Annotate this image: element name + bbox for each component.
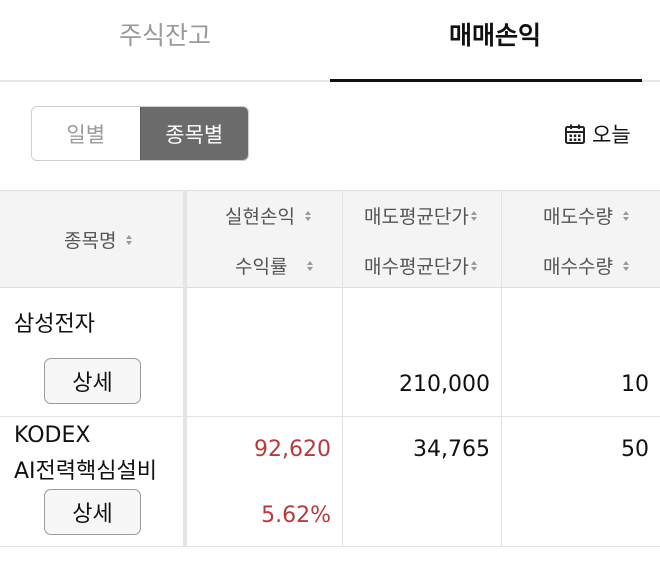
column-divider (183, 190, 187, 547)
header-buy-avg-price-label: 매수평균단가 (364, 256, 469, 278)
date-selector-label: 오늘 (592, 123, 631, 147)
sort-icon (126, 234, 133, 245)
header-stock-name[interactable]: 종목명 (64, 226, 133, 253)
stock-name-line1: KODEX (14, 423, 91, 448)
stock-name: 삼성전자 (14, 312, 95, 337)
header-sell-qty[interactable]: 매도수량 (543, 202, 629, 229)
column-divider (501, 190, 502, 547)
header-buy-qty-label: 매수수량 (543, 256, 613, 278)
header-stock-name-label: 종목명 (64, 230, 117, 252)
return-rate: 5.62% (261, 503, 331, 528)
sort-icon (470, 210, 477, 221)
header-buy-qty[interactable]: 매수수량 (543, 252, 629, 279)
detail-button[interactable]: 상세 (44, 358, 141, 404)
realized-pl: 92,620 (254, 437, 331, 462)
header-buy-avg-price[interactable]: 매수평균단가 (364, 252, 477, 279)
header-realized-pl[interactable]: 실현손익 (225, 202, 311, 229)
table-row: 삼성전자 상세 210,000 10 (0, 288, 660, 417)
table-row: KODEX AI전력핵심설비 상세 92,620 5.62% 34,765 50 (0, 417, 660, 547)
column-divider (342, 190, 343, 547)
date-selector[interactable]: 오늘 (564, 118, 631, 150)
tab-trading-pl[interactable]: 매매손익 (330, 0, 660, 82)
header-realized-pl-label: 실현손익 (225, 206, 295, 228)
sort-icon (470, 260, 477, 271)
sort-icon (622, 260, 629, 271)
sell-qty: 50 (621, 437, 649, 462)
header-return-rate-label: 수익률 (235, 256, 288, 278)
top-tab-bar: 주식잔고 매매손익 (0, 0, 660, 82)
calendar-icon (565, 124, 585, 144)
buy-avg-price: 210,000 (399, 372, 490, 397)
toggle-daily-button[interactable]: 일별 (32, 107, 140, 160)
sort-icon (622, 210, 629, 221)
period-toggle: 일별 종목별 (31, 106, 249, 161)
buy-qty: 10 (621, 372, 649, 397)
tab-stock-balance[interactable]: 주식잔고 (0, 0, 330, 80)
header-sell-avg-price-label: 매도평균단가 (364, 206, 469, 228)
sell-avg-price: 34,765 (413, 437, 490, 462)
sort-icon (304, 210, 311, 221)
header-sell-avg-price[interactable]: 매도평균단가 (364, 202, 477, 229)
stock-name-line2: AI전력핵심설비 (14, 459, 157, 484)
toggle-by-stock-button[interactable]: 종목별 (139, 107, 248, 160)
sort-icon (307, 260, 314, 271)
header-sell-qty-label: 매도수량 (543, 206, 613, 228)
detail-button[interactable]: 상세 (44, 489, 141, 535)
header-return-rate[interactable]: 수익률 (235, 252, 314, 279)
